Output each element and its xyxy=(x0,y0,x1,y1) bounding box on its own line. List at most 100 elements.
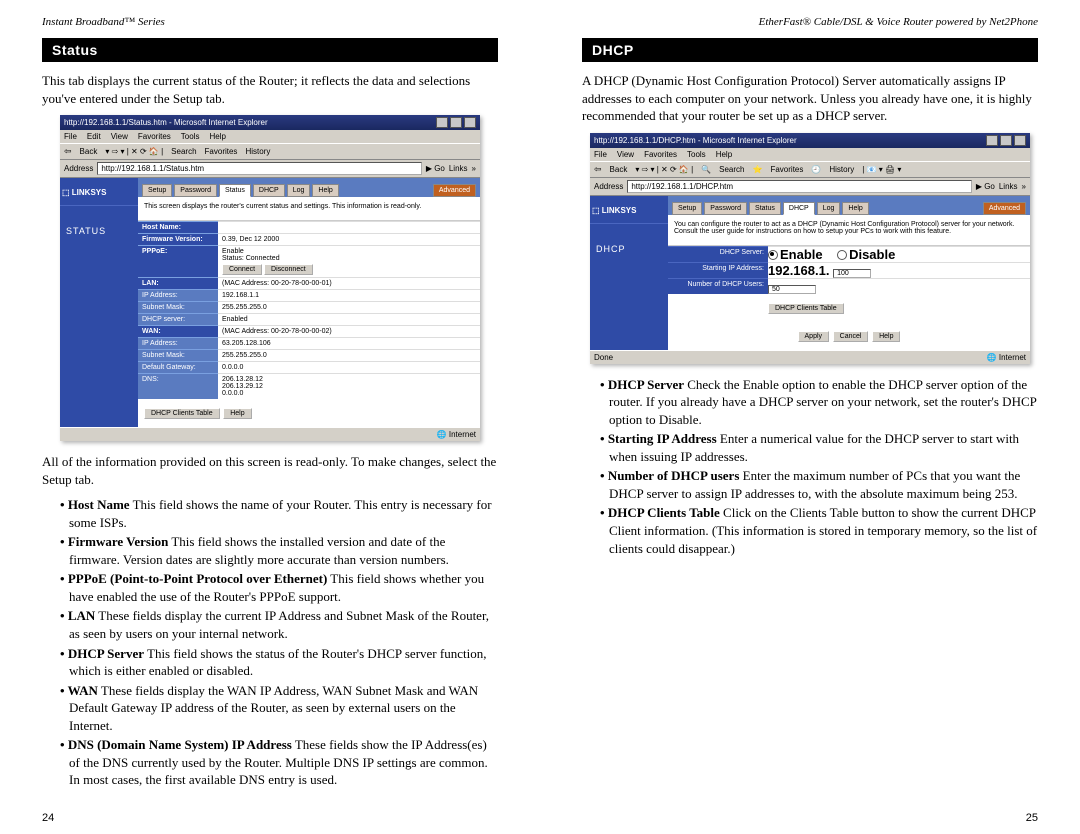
dhcp-value: Enabled xyxy=(218,313,480,325)
window-titlebar: http://192.168.1.1/DHCP.htm - Microsoft … xyxy=(590,133,1030,148)
tab-log[interactable]: Log xyxy=(287,184,311,197)
back-button[interactable]: Back xyxy=(610,165,628,174)
ip-value: 192.168.1.1 xyxy=(218,289,480,301)
statusbar-left: Done xyxy=(594,353,613,362)
tab-help[interactable]: Help xyxy=(312,184,338,197)
menu-edit[interactable]: Edit xyxy=(87,132,101,141)
toolbar[interactable]: ⇦ Back ▾ ⇨ ▾ | ✕ ⟳ 🏠 | 🔍Search ⭐Favorite… xyxy=(590,161,1030,178)
panel-note: This screen displays the router's curren… xyxy=(138,197,480,221)
dhcp-intro: A DHCP (Dynamic Host Configuration Proto… xyxy=(582,72,1038,125)
history-button[interactable]: History xyxy=(829,165,854,174)
menubar[interactable]: File View Favorites Tools Help xyxy=(590,148,1030,161)
starting-ip-value: 192.168.1. 100 xyxy=(768,262,1030,278)
history-button[interactable]: History xyxy=(245,147,270,156)
apply-button[interactable]: Apply xyxy=(798,331,830,342)
menu-file[interactable]: File xyxy=(64,132,77,141)
starting-ip-input[interactable]: 100 xyxy=(833,269,871,278)
linksys-logo: ⬚ LINKSYS xyxy=(590,196,668,224)
linksys-logo: ⬚ LINKSYS xyxy=(60,178,138,206)
dns-label: DNS: xyxy=(138,373,218,399)
ip-label: IP Address: xyxy=(138,289,218,301)
dhcp-clients-button[interactable]: DHCP Clients Table xyxy=(144,408,220,419)
tab-password[interactable]: Password xyxy=(174,184,217,197)
back-button[interactable]: Back xyxy=(80,147,98,156)
tab-log[interactable]: Log xyxy=(817,202,841,215)
connect-button[interactable]: Connect xyxy=(222,264,262,275)
tab-status[interactable]: Status xyxy=(749,202,781,215)
tab-setup[interactable]: Setup xyxy=(142,184,172,197)
section-title-dhcp: DHCP xyxy=(582,38,1038,62)
favorites-button[interactable]: Favorites xyxy=(770,165,803,174)
toolbar[interactable]: ⇦ Back ▾ ⇨ ▾ | ✕ ⟳ 🏠 | Search Favorites … xyxy=(60,143,480,160)
num-users-input[interactable]: 50 xyxy=(768,285,816,294)
status-bullet-list: Host Name This field shows the name of y… xyxy=(42,496,498,789)
cancel-button[interactable]: Cancel xyxy=(833,331,869,342)
statusbar-right: 🌐 Internet xyxy=(987,353,1026,362)
tab-dhcp[interactable]: DHCP xyxy=(783,202,815,215)
status-intro: This tab displays the current status of … xyxy=(42,72,498,107)
favorites-button[interactable]: Favorites xyxy=(205,147,238,156)
go-button[interactable]: ▶ Go xyxy=(976,182,995,191)
search-button[interactable]: Search xyxy=(719,165,744,174)
pppoe-enable: Enable xyxy=(222,248,476,255)
window-title: http://192.168.1.1/DHCP.htm - Microsoft … xyxy=(594,136,797,145)
tab-dhcp[interactable]: DHCP xyxy=(253,184,285,197)
dhcp-server-value: Enable Disable xyxy=(768,246,1030,262)
dns-value: 206.13.28.12 206.13.29.12 0.0.0.0 xyxy=(218,373,480,399)
go-button[interactable]: ▶ Go xyxy=(426,164,445,173)
tab-advanced[interactable]: Advanced xyxy=(983,202,1026,215)
enable-radio[interactable] xyxy=(768,250,778,260)
tab-setup[interactable]: Setup xyxy=(672,202,702,215)
tab-status[interactable]: Status xyxy=(219,184,251,197)
statusbar-right: 🌐 Internet xyxy=(437,430,476,439)
window-controls[interactable] xyxy=(436,117,476,128)
window-controls[interactable] xyxy=(986,135,1026,146)
menu-help[interactable]: Help xyxy=(716,150,732,159)
menu-favorites[interactable]: Favorites xyxy=(644,150,677,159)
sidebar-title: DHCP xyxy=(590,224,668,262)
tabbar[interactable]: Setup Password Status DHCP Log Help Adva… xyxy=(668,196,1030,215)
help-button[interactable]: Help xyxy=(872,331,900,342)
menu-favorites[interactable]: Favorites xyxy=(138,132,171,141)
menu-help[interactable]: Help xyxy=(209,132,225,141)
wan-mac: (MAC Address: 00-20-78-00-00-02) xyxy=(218,325,480,337)
dhcp-screenshot: http://192.168.1.1/DHCP.htm - Microsoft … xyxy=(590,133,1030,364)
dhcp-clients-button[interactable]: DHCP Clients Table xyxy=(768,303,844,314)
wan-subnet-label: Subnet Mask: xyxy=(138,349,218,361)
address-input[interactable]: http://192.168.1.1/Status.htm xyxy=(97,162,421,175)
address-label: Address xyxy=(64,164,93,173)
running-head-right: EtherFast® Cable/DSL & Voice Router powe… xyxy=(582,16,1038,28)
status-screenshot: http://192.168.1.1/Status.htm - Microsof… xyxy=(60,115,480,441)
num-users-label: Number of DHCP Users: xyxy=(668,278,768,294)
search-button[interactable]: Search xyxy=(171,147,196,156)
menu-tools[interactable]: Tools xyxy=(687,150,706,159)
firmware-label: Firmware Version: xyxy=(138,233,218,245)
menubar[interactable]: File Edit View Favorites Tools Help xyxy=(60,130,480,143)
menu-tools[interactable]: Tools xyxy=(181,132,200,141)
pppoe-value: Enable Status: Connected Connect Disconn… xyxy=(218,245,480,277)
back-icon[interactable]: ⇦ xyxy=(64,146,72,157)
window-title: http://192.168.1.1/Status.htm - Microsof… xyxy=(64,118,268,127)
tabbar[interactable]: Setup Password Status DHCP Log Help Adva… xyxy=(138,178,480,197)
tab-password[interactable]: Password xyxy=(704,202,747,215)
disable-radio[interactable] xyxy=(837,250,847,260)
menu-view[interactable]: View xyxy=(617,150,634,159)
dhcp-server-label: DHCP Server: xyxy=(668,246,768,262)
running-head-left: Instant Broadband™ Series xyxy=(42,16,498,28)
tab-advanced[interactable]: Advanced xyxy=(433,184,476,197)
address-label: Address xyxy=(594,182,623,191)
window-titlebar: http://192.168.1.1/Status.htm - Microsof… xyxy=(60,115,480,130)
links-button[interactable]: Links xyxy=(449,164,468,173)
gateway-label: Default Gateway: xyxy=(138,361,218,373)
menu-view[interactable]: View xyxy=(111,132,128,141)
address-input[interactable]: http://192.168.1.1/DHCP.htm xyxy=(627,180,971,193)
help-button[interactable]: Help xyxy=(223,408,251,419)
disconnect-button[interactable]: Disconnect xyxy=(264,264,313,275)
back-icon[interactable]: ⇦ xyxy=(594,164,602,175)
menu-file[interactable]: File xyxy=(594,150,607,159)
tab-help[interactable]: Help xyxy=(842,202,868,215)
page-number-right: 25 xyxy=(1026,812,1038,824)
links-button[interactable]: Links xyxy=(999,182,1018,191)
pppoe-status: Status: Connected xyxy=(222,255,476,262)
wan-subnet-value: 255.255.255.0 xyxy=(218,349,480,361)
